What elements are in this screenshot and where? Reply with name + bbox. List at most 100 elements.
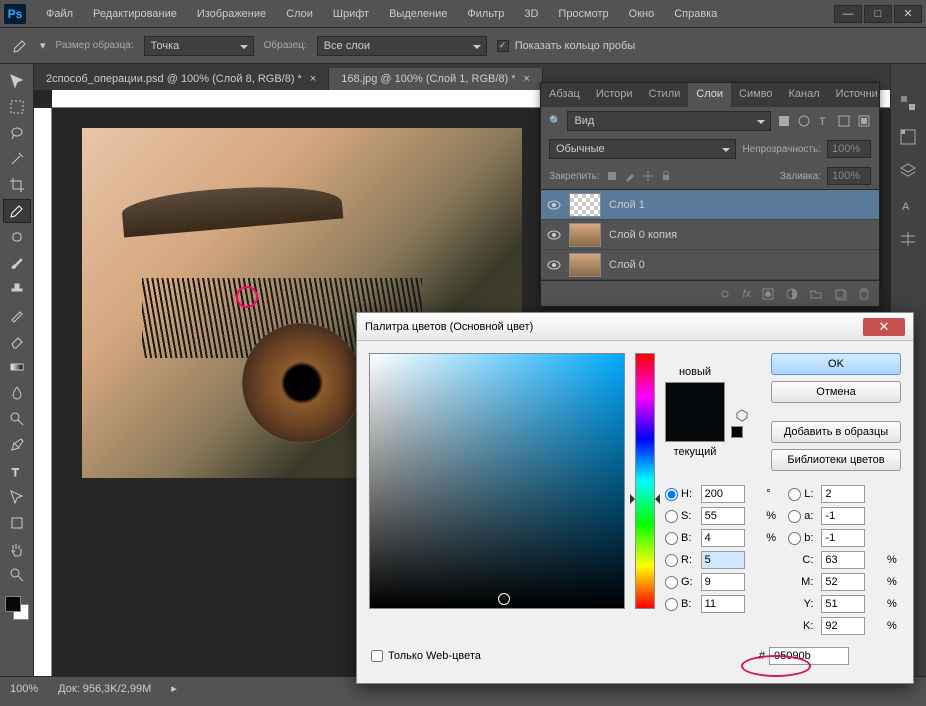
hue-radio[interactable]: H: (665, 488, 693, 501)
green-input[interactable] (701, 573, 745, 591)
lasso-tool[interactable] (3, 121, 31, 145)
add-swatch-button[interactable]: Добавить в образцы (771, 421, 901, 443)
panel-tab-channels[interactable]: Канал (781, 83, 828, 107)
panel-tab-character[interactable]: Симво (731, 83, 781, 107)
layer-item[interactable]: Слой 0 копия (541, 220, 879, 250)
eyedropper-tool[interactable] (3, 199, 31, 223)
filter-adjust-icon[interactable] (797, 114, 811, 128)
websafe-swatch[interactable] (731, 426, 743, 438)
new-layer-icon[interactable] (833, 287, 847, 301)
sat-radio[interactable]: S: (665, 510, 693, 523)
blue-radio[interactable]: B: (665, 598, 693, 611)
a-radio[interactable]: a: (788, 510, 813, 523)
green-radio[interactable]: G: (665, 576, 693, 589)
group-icon[interactable] (809, 287, 823, 301)
black-input[interactable] (821, 617, 865, 635)
yellow-input[interactable] (821, 595, 865, 613)
bright-radio[interactable]: B: (665, 532, 693, 545)
web-colors-checkbox[interactable]: Только Web-цвета (371, 650, 481, 662)
zoom-level[interactable]: 100% (10, 683, 38, 695)
dodge-tool[interactable] (3, 407, 31, 431)
fill-field[interactable]: 100% (827, 167, 871, 185)
layer-filter-dropdown[interactable]: Вид (567, 111, 771, 131)
a-input[interactable] (821, 507, 865, 525)
b-input[interactable] (821, 529, 865, 547)
opacity-field[interactable]: 100% (827, 140, 871, 158)
lock-brush-icon[interactable] (624, 170, 636, 182)
window-minimize-button[interactable]: — (834, 5, 862, 23)
brush-tool[interactable] (3, 251, 31, 275)
menu-help[interactable]: Справка (666, 4, 725, 24)
sample-size-dropdown[interactable]: Точка (144, 36, 254, 56)
blue-input[interactable] (701, 595, 745, 613)
swatches-panel-icon[interactable] (899, 128, 919, 148)
red-input[interactable] (701, 551, 745, 569)
panel-tab-paragraph[interactable]: Абзац (541, 83, 588, 107)
foreground-color[interactable] (5, 596, 21, 612)
lock-pixels-icon[interactable] (606, 170, 618, 182)
panel-tab-source[interactable]: Источни (828, 83, 886, 107)
dialog-close-button[interactable]: ✕ (863, 318, 905, 336)
window-maximize-button[interactable]: □ (864, 5, 892, 23)
crop-tool[interactable] (3, 173, 31, 197)
visibility-icon[interactable] (547, 228, 561, 242)
visibility-icon[interactable] (547, 258, 561, 272)
menu-filter[interactable]: Фильтр (459, 4, 512, 24)
blend-mode-dropdown[interactable]: Обычные (549, 139, 736, 159)
document-tab[interactable]: 168.jpg @ 100% (Слой 1, RGB/8) *× (329, 68, 543, 90)
paragraph-panel-icon[interactable] (899, 230, 919, 250)
menu-type[interactable]: Шрифт (325, 4, 377, 24)
document-tab[interactable]: 2способ_операции.psd @ 100% (Слой 8, RGB… (34, 68, 329, 90)
shape-tool[interactable] (3, 511, 31, 535)
gradient-tool[interactable] (3, 355, 31, 379)
cyan-input[interactable] (821, 551, 865, 569)
path-tool[interactable] (3, 485, 31, 509)
eraser-tool[interactable] (3, 329, 31, 353)
blur-tool[interactable] (3, 381, 31, 405)
sat-input[interactable] (701, 507, 745, 525)
panel-tab-history[interactable]: Истори (588, 83, 641, 107)
l-input[interactable] (821, 485, 865, 503)
menu-window[interactable]: Окно (621, 4, 663, 24)
color-panel-icon[interactable] (899, 94, 919, 114)
type-panel-icon[interactable]: A (899, 196, 919, 216)
menu-view[interactable]: Просмотр (550, 4, 616, 24)
color-field[interactable] (369, 353, 625, 609)
move-tool[interactable] (3, 69, 31, 93)
ok-button[interactable]: OK (771, 353, 901, 375)
type-tool[interactable]: T (3, 459, 31, 483)
hue-input[interactable] (701, 485, 745, 503)
healing-tool[interactable] (3, 225, 31, 249)
close-icon[interactable]: × (524, 73, 530, 85)
hue-slider[interactable] (635, 353, 655, 609)
menu-edit[interactable]: Редактирование (85, 4, 185, 24)
hand-tool[interactable] (3, 537, 31, 561)
filter-type-icon[interactable]: T (817, 114, 831, 128)
stamp-tool[interactable] (3, 277, 31, 301)
panel-tab-styles[interactable]: Стили (641, 83, 689, 107)
magenta-input[interactable] (821, 573, 865, 591)
adjustment-icon[interactable] (785, 287, 799, 301)
color-swatches[interactable] (5, 596, 29, 620)
menu-3d[interactable]: 3D (516, 4, 546, 24)
marquee-tool[interactable] (3, 95, 31, 119)
history-brush-tool[interactable] (3, 303, 31, 327)
cancel-button[interactable]: Отмена (771, 381, 901, 403)
mask-icon[interactable] (761, 287, 775, 301)
filter-shape-icon[interactable] (837, 114, 851, 128)
window-close-button[interactable]: ✕ (894, 5, 922, 23)
pen-tool[interactable] (3, 433, 31, 457)
link-layers-icon[interactable] (718, 287, 732, 301)
delete-icon[interactable] (857, 287, 871, 301)
l-radio[interactable]: L: (788, 488, 813, 501)
menu-file[interactable]: Файл (38, 4, 81, 24)
zoom-tool[interactable] (3, 563, 31, 587)
menu-image[interactable]: Изображение (189, 4, 274, 24)
visibility-icon[interactable] (547, 198, 561, 212)
panel-tab-layers[interactable]: Слои (688, 83, 731, 107)
bright-input[interactable] (701, 529, 745, 547)
sample-dropdown[interactable]: Все слои (317, 36, 487, 56)
filter-smart-icon[interactable] (857, 114, 871, 128)
close-icon[interactable]: × (310, 73, 316, 85)
layer-item[interactable]: Слой 1 (541, 190, 879, 220)
